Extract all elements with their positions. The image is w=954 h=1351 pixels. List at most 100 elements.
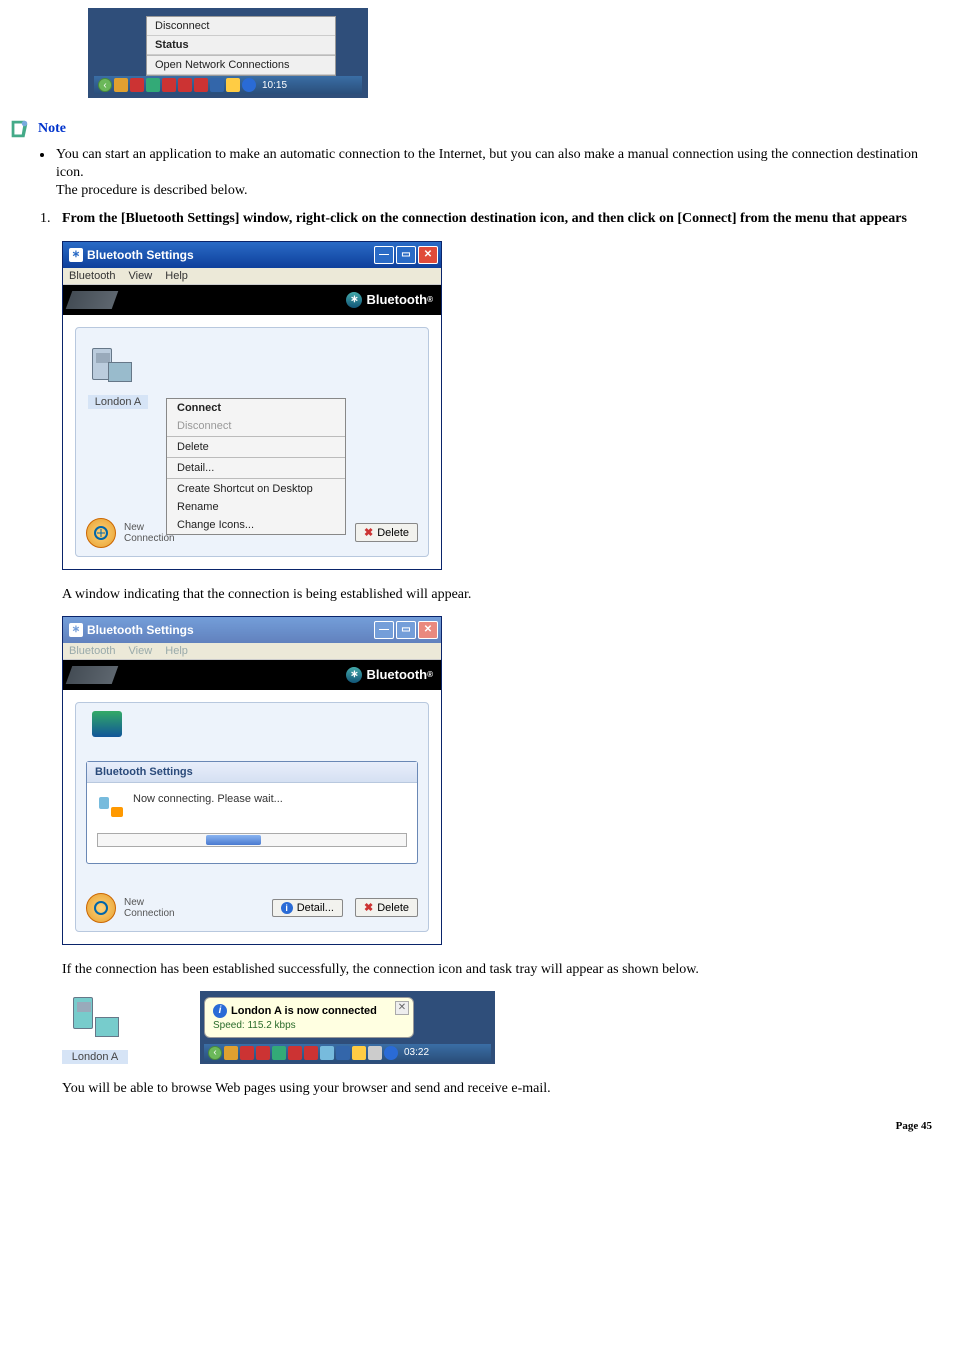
note-icon [8, 118, 30, 140]
window-titlebar: ∗ Bluetooth Settings — ▭ ✕ [63, 242, 441, 268]
window-title: Bluetooth Settings [87, 248, 194, 262]
notification-balloon: ✕ i London A is now connected Speed: 115… [204, 997, 414, 1038]
new-connection-icon[interactable] [86, 893, 116, 923]
balloon-title: London A is now connected [231, 1005, 377, 1017]
tray-icon[interactable] [352, 1046, 366, 1060]
menu-bluetooth: Bluetooth [69, 645, 115, 657]
connecting-dialog: Bluetooth Settings Now connecting. Pleas… [86, 761, 418, 864]
tray-icon[interactable] [320, 1046, 334, 1060]
figure-bluetooth-settings-connecting: ∗ Bluetooth Settings — ▭ ✕ Bluetooth Vie… [62, 616, 442, 945]
connecting-animation-icon [97, 793, 125, 817]
delete-button[interactable]: ✖ Delete [355, 523, 418, 542]
tray-icon[interactable] [178, 78, 192, 92]
taskbar: ‹ 03:22 [204, 1044, 491, 1062]
body-text: You will be able to browse Web pages usi… [62, 1080, 946, 1098]
tray-icon[interactable] [240, 1046, 254, 1060]
window-title: Bluetooth Settings [87, 623, 194, 637]
tray-icon[interactable] [210, 78, 224, 92]
ctx-rename[interactable]: Rename [167, 498, 345, 516]
menubar: Bluetooth View Help [63, 268, 441, 285]
tray-icon[interactable] [336, 1046, 350, 1060]
info-icon: i [213, 1004, 227, 1018]
tray-expand-icon[interactable]: ‹ [98, 78, 112, 92]
app-icon: ∗ [69, 623, 83, 637]
info-icon: i [281, 902, 293, 914]
minimize-button[interactable]: — [374, 246, 394, 264]
app-icon: ∗ [69, 248, 83, 262]
figure-bluetooth-settings-context-menu: ∗ Bluetooth Settings — ▭ ✕ Bluetooth Vie… [62, 241, 442, 570]
minimize-button[interactable]: — [374, 621, 394, 639]
menu-help[interactable]: Help [165, 270, 188, 282]
tray-icon[interactable] [226, 78, 240, 92]
dialog-message: Now connecting. Please wait... [133, 793, 283, 805]
device-icon-small [92, 711, 122, 740]
new-connection-label: NewConnection [124, 897, 175, 919]
body-text: The procedure is described below. [56, 183, 248, 198]
connection-device-icon[interactable] [88, 344, 134, 390]
figure-taskbar-menu: Disconnect Status Open Network Connectio… [88, 8, 946, 98]
ctx-shortcut[interactable]: Create Shortcut on Desktop [167, 480, 345, 498]
step-number: 1. [40, 211, 62, 227]
tray-icon[interactable] [194, 78, 208, 92]
menu-view: View [129, 645, 153, 657]
tray-icon[interactable] [114, 78, 128, 92]
new-connection-icon[interactable] [86, 518, 116, 548]
delete-x-icon: ✖ [364, 526, 373, 539]
body-text: If the connection has been established s… [62, 961, 946, 979]
tray-icon[interactable] [256, 1046, 270, 1060]
menu-help: Help [165, 645, 188, 657]
ctx-connect[interactable]: Connect [167, 399, 345, 417]
tray-expand-icon[interactable]: ‹ [208, 1046, 222, 1060]
tray-icon[interactable] [368, 1046, 382, 1060]
taskbar: ‹ 10:15 [94, 76, 362, 94]
balloon-subtitle: Speed: 115.2 kbps [213, 1020, 405, 1031]
ctx-detail[interactable]: Detail... [167, 459, 345, 477]
device-label: London A [88, 395, 148, 409]
maximize-button[interactable]: ▭ [396, 621, 416, 639]
note-heading: Note [8, 118, 946, 140]
device-label: London A [62, 1050, 128, 1064]
window-titlebar: ∗ Bluetooth Settings — ▭ ✕ [63, 617, 441, 643]
tray-icon[interactable] [288, 1046, 302, 1060]
menu-item-open-connections[interactable]: Open Network Connections [147, 56, 335, 75]
menu-view[interactable]: View [129, 270, 153, 282]
ctx-delete[interactable]: Delete [167, 438, 345, 456]
maximize-button[interactable]: ▭ [396, 246, 416, 264]
close-button[interactable]: ✕ [418, 621, 438, 639]
menu-item-disconnect[interactable]: Disconnect [147, 17, 335, 36]
bluetooth-icon: ∗ [346, 292, 362, 308]
tray-icon[interactable] [242, 78, 256, 92]
body-text: You can start an application to make an … [56, 147, 918, 180]
tray-icon[interactable] [162, 78, 176, 92]
note-label: Note [38, 121, 66, 137]
menu-bluetooth[interactable]: Bluetooth [69, 270, 115, 282]
menubar: Bluetooth View Help [63, 643, 441, 660]
tray-icon[interactable] [146, 78, 160, 92]
tray-icon[interactable] [272, 1046, 286, 1060]
connection-device-icon [69, 993, 121, 1045]
dialog-title: Bluetooth Settings [87, 762, 417, 783]
context-menu: Connect Disconnect Delete Detail... Crea… [166, 398, 346, 535]
network-tray-menu: Disconnect Status Open Network Connectio… [146, 16, 336, 76]
figure-connection-established: London A ✕ i London A is now connected S… [62, 991, 946, 1064]
tray-icon[interactable] [384, 1046, 398, 1060]
ctx-disconnect: Disconnect [167, 417, 345, 435]
bluetooth-logo-bar: ∗ Bluetooth® [63, 660, 441, 690]
close-button[interactable]: ✕ [418, 246, 438, 264]
tray-icon[interactable] [130, 78, 144, 92]
detail-button[interactable]: i Detail... [272, 899, 343, 917]
tray-icon[interactable] [224, 1046, 238, 1060]
bluetooth-icon: ∗ [346, 667, 362, 683]
page-number: Page 45 [896, 1120, 932, 1132]
tray-clock: 03:22 [404, 1047, 429, 1058]
tray-icon[interactable] [304, 1046, 318, 1060]
progress-bar [97, 833, 407, 847]
step-text: From the [Bluetooth Settings] window, ri… [62, 211, 946, 227]
bluetooth-logo-bar: ∗ Bluetooth® [63, 285, 441, 315]
menu-item-status[interactable]: Status [147, 36, 335, 55]
tray-clock: 10:15 [262, 80, 287, 91]
new-connection-label: NewConnection [124, 522, 175, 544]
bullet-icon [40, 153, 44, 157]
balloon-close-button[interactable]: ✕ [395, 1001, 409, 1015]
delete-button[interactable]: ✖ Delete [355, 898, 418, 917]
